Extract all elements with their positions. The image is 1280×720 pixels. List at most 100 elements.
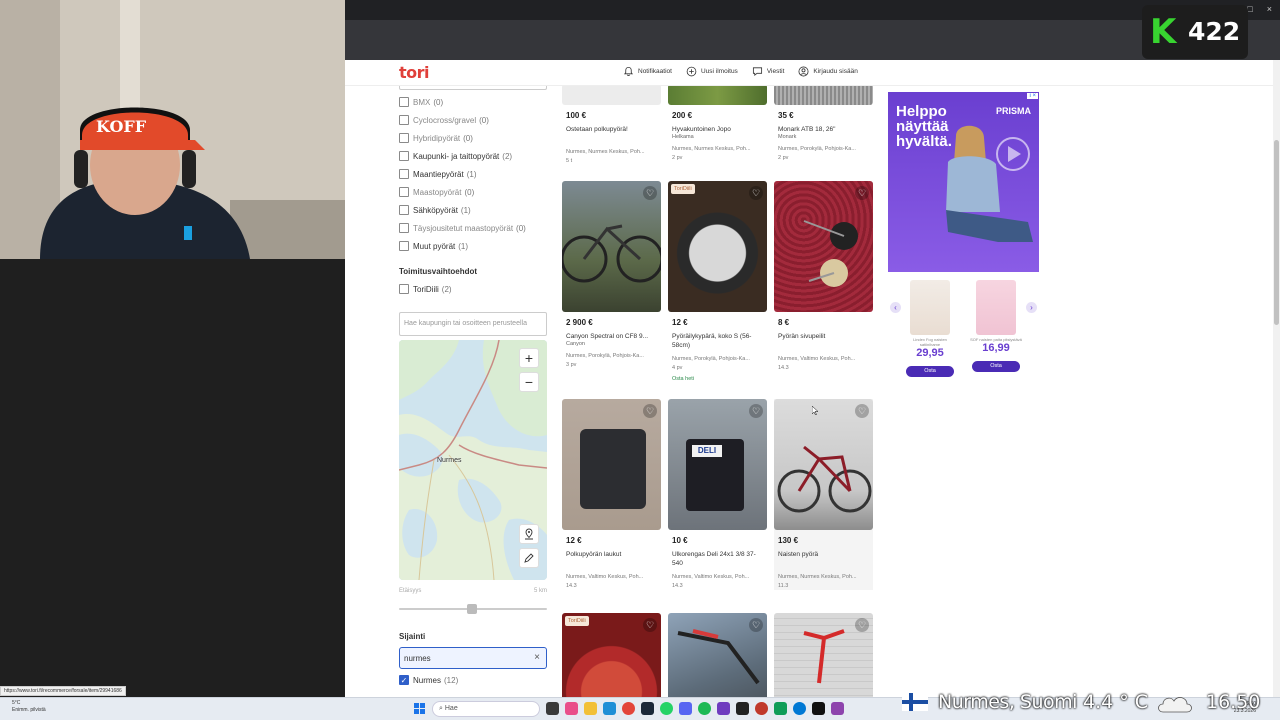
filter-count: (0) [516,223,526,233]
ad-buy-button[interactable]: Osta [906,366,954,377]
locate-button[interactable] [519,524,539,544]
nav-new-listing[interactable]: Uusi ilmoitus [686,66,738,77]
ad-product[interactable]: Lindex Fog naisten satiinihame 29,95 Ost… [904,280,956,377]
close-window-button[interactable]: × [1267,4,1272,14]
advertisement[interactable]: Helppo näyttää hyvältä. PRISMA i × ‹ › L [888,92,1039,380]
store-icon[interactable] [603,702,616,715]
kick-icon[interactable] [736,702,749,715]
viewer-count: 422 [1188,17,1241,46]
listing-card[interactable]: ♡ 12 € Polkupyörän laukut Nurmes, Valtim… [562,399,661,590]
ad-product[interactable]: SOF naisten paita pitsiystävä 16,99 Osta [970,280,1022,372]
task-view-icon[interactable] [546,702,559,715]
copilot-icon[interactable] [565,702,578,715]
ad-banner[interactable]: Helppo näyttää hyvältä. PRISMA i × [888,92,1039,272]
listing-card[interactable]: ToriDiili ♡ [562,613,661,700]
filter-hybrid[interactable]: Hybridipyörät (0) [399,129,547,147]
listing-card[interactable]: 200 € Hyvakuntoinen Jopo Helkama Nurmes,… [668,84,767,162]
favorite-heart-icon[interactable]: ♡ [749,404,763,418]
listing-card[interactable]: ♡ [668,613,767,700]
spotify-icon[interactable] [698,702,711,715]
checkbox[interactable] [399,151,409,161]
listing-location: Nurmes, Valtimo Keskus, Poh... [672,574,750,580]
listing-image: ♡ [562,181,661,312]
app-icon[interactable] [717,702,730,715]
scrollbar-thumb[interactable] [1274,140,1279,325]
listing-card[interactable]: 35 € Monark ATB 18, 26" Monark Nurmes, P… [774,84,873,162]
discord-icon[interactable] [679,702,692,715]
checkbox[interactable] [399,223,409,233]
listing-card[interactable]: ToriDiili ♡ 12 € Pyöräilykypärä, koko S … [668,181,767,382]
address-bar[interactable] [345,20,1280,60]
slider-thumb[interactable] [467,604,477,614]
listing-card[interactable]: 100 € Ostetaan polkupyörä! Nurmes, Nurme… [562,84,661,165]
checkbox[interactable] [399,241,409,251]
location-map[interactable]: Nurmes + − [399,340,547,580]
filter-road-bikes[interactable]: Maantiepyörät (1) [399,165,547,183]
location-input[interactable]: nurmes × [399,647,547,669]
filter-cyclocross[interactable]: Cyclocross/gravel (0) [399,111,547,129]
nav-login[interactable]: Kirjaudu sisään [798,66,858,77]
favorite-heart-icon[interactable]: ♡ [643,618,657,632]
listing-card[interactable]: ♡ [774,613,873,700]
filter-toridiili[interactable]: ToriDiili (2) [399,280,547,298]
nav-messages-label: Viestit [766,68,785,75]
listing-card[interactable]: DELI ♡ 10 € Ulkorengas Deli 24x1 3/8 37-… [668,399,767,590]
edge-icon[interactable] [793,702,806,715]
favorite-heart-icon[interactable]: ♡ [855,404,869,418]
steam-icon[interactable] [641,702,654,715]
distance-slider[interactable] [399,604,547,614]
draw-area-button[interactable] [519,548,539,568]
carousel-next-button[interactable]: › [1026,302,1037,313]
whatsapp-icon[interactable] [660,702,673,715]
favorite-heart-icon[interactable]: ♡ [855,618,869,632]
favorite-heart-icon[interactable]: ♡ [643,404,657,418]
ad-model-photo [946,125,1033,242]
file-explorer-icon[interactable] [584,702,597,715]
favorite-heart-icon[interactable]: ♡ [749,186,763,200]
filter-location-nurmes[interactable]: ✓ Nurmes (12) [399,671,547,689]
zoom-out-button[interactable]: − [519,372,539,392]
filter-bmx[interactable]: BMX (0) [399,93,547,111]
toridiili-badge: ToriDiili [565,616,589,626]
checkbox[interactable] [399,187,409,197]
favorite-heart-icon[interactable]: ♡ [749,618,763,632]
chrome-icon[interactable] [622,702,635,715]
listing-card-hovered[interactable]: ♡ 130 € Naisten pyörä Nurmes, Nurmes Kes… [774,399,873,590]
app-icon[interactable] [831,702,844,715]
obs-icon[interactable] [755,702,768,715]
filter-city-bikes[interactable]: Kaupunki- ja taittopyörät (2) [399,147,547,165]
checkbox[interactable] [399,169,409,179]
taskbar-weather[interactable]: 5°C Enimm. pilvistä [12,700,46,714]
checkbox-checked[interactable]: ✓ [399,675,409,685]
app-icon[interactable] [774,702,787,715]
favorite-heart-icon[interactable]: ♡ [643,186,657,200]
listing-title: Naisten pyörä [778,551,819,558]
maximize-button[interactable]: □ [1247,4,1252,14]
clear-location-button[interactable]: × [534,652,540,663]
checkbox[interactable] [399,205,409,215]
address-search-input[interactable]: Hae kaupungin tai osoitteen perusteella [399,312,547,336]
zoom-in-button[interactable]: + [519,348,539,368]
filter-other-bikes[interactable]: Muut pyörät (1) [399,237,547,255]
filter-full-suspension[interactable]: Täysjousitetut maastopyörät (0) [399,219,547,237]
capcut-icon[interactable] [812,702,825,715]
tori-logo[interactable]: tori [399,63,430,82]
listing-card[interactable]: ♡ 2 900 € Canyon Spectral on CF8 9... Ca… [562,181,661,369]
carousel-prev-button[interactable]: ‹ [890,302,901,313]
listing-age: 3 pv [566,362,577,368]
favorite-heart-icon[interactable]: ♡ [855,186,869,200]
checkbox[interactable] [399,115,409,125]
ad-buy-button[interactable]: Osta [972,361,1020,372]
checkbox[interactable] [399,133,409,143]
windows-start-icon[interactable] [414,703,425,714]
nav-messages[interactable]: Viestit [752,66,785,77]
filter-mountain-bikes[interactable]: Maastopyörät (0) [399,183,547,201]
filter-count: (0) [463,133,473,143]
checkbox[interactable] [399,97,409,107]
listing-image: ♡ [562,399,661,530]
listing-card[interactable]: ♡ 8 € Pyörän sivupeilit Nurmes, Valtimo … [774,181,873,372]
nav-notifications[interactable]: Notifikaatiot [623,66,672,77]
checkbox[interactable] [399,284,409,294]
taskbar-search[interactable]: ⌕ Hae [432,701,540,717]
filter-e-bikes[interactable]: Sähköpyörät (1) [399,201,547,219]
